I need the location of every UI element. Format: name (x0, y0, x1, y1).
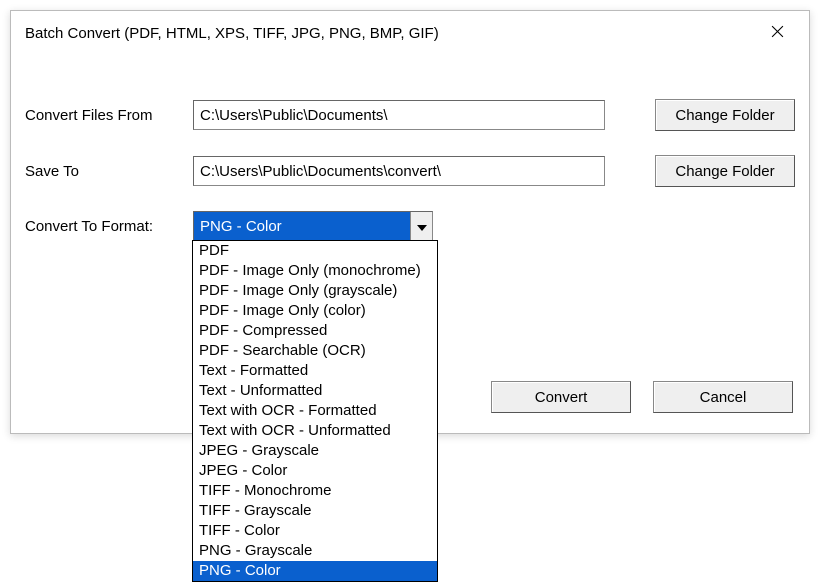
cancel-button[interactable]: Cancel (653, 381, 793, 413)
format-combobox[interactable]: PNG - Color (193, 211, 433, 241)
format-option[interactable]: PDF - Searchable (OCR) (193, 341, 437, 361)
format-option[interactable]: PDF - Image Only (grayscale) (193, 281, 437, 301)
format-combo-arrow (410, 212, 432, 240)
format-option[interactable]: PDF - Image Only (color) (193, 301, 437, 321)
save-to-input[interactable] (193, 156, 605, 186)
format-option[interactable]: JPEG - Grayscale (193, 441, 437, 461)
format-option[interactable]: TIFF - Monochrome (193, 481, 437, 501)
format-option[interactable]: TIFF - Color (193, 521, 437, 541)
convert-from-input[interactable] (193, 100, 605, 130)
save-to-row: Save To Change Folder (25, 155, 795, 187)
window-title: Batch Convert (PDF, HTML, XPS, TIFF, JPG… (25, 25, 439, 42)
close-icon (771, 25, 784, 42)
close-button[interactable] (757, 19, 797, 47)
convert-button[interactable]: Convert (491, 381, 631, 413)
chevron-down-icon (417, 218, 427, 235)
format-option[interactable]: Text - Unformatted (193, 381, 437, 401)
format-option[interactable]: Text with OCR - Unformatted (193, 421, 437, 441)
format-label: Convert To Format: (25, 218, 193, 235)
dialog-content: Convert Files From Change Folder Save To… (11, 55, 809, 433)
format-combo-wrap: PNG - Color PDFPDF - Image Only (monochr… (193, 211, 433, 241)
format-option[interactable]: PNG - Grayscale (193, 541, 437, 561)
format-dropdown-list[interactable]: PDFPDF - Image Only (monochrome)PDF - Im… (192, 240, 438, 582)
format-option[interactable]: PNG - Color (193, 561, 437, 581)
change-folder-from-button[interactable]: Change Folder (655, 99, 795, 131)
format-option[interactable]: PDF - Compressed (193, 321, 437, 341)
format-option[interactable]: TIFF - Grayscale (193, 501, 437, 521)
format-option[interactable]: PDF - Image Only (monochrome) (193, 261, 437, 281)
format-option[interactable]: Text with OCR - Formatted (193, 401, 437, 421)
change-folder-to-button[interactable]: Change Folder (655, 155, 795, 187)
format-selected-value: PNG - Color (194, 212, 410, 240)
convert-from-label: Convert Files From (25, 107, 193, 124)
format-row: Convert To Format: PNG - Color PDFPDF - … (25, 211, 795, 241)
format-option[interactable]: PDF (193, 241, 437, 261)
format-option[interactable]: JPEG - Color (193, 461, 437, 481)
format-option[interactable]: Text - Formatted (193, 361, 437, 381)
convert-from-row: Convert Files From Change Folder (25, 99, 795, 131)
titlebar: Batch Convert (PDF, HTML, XPS, TIFF, JPG… (11, 11, 809, 55)
batch-convert-dialog: Batch Convert (PDF, HTML, XPS, TIFF, JPG… (10, 10, 810, 434)
save-to-label: Save To (25, 163, 193, 180)
